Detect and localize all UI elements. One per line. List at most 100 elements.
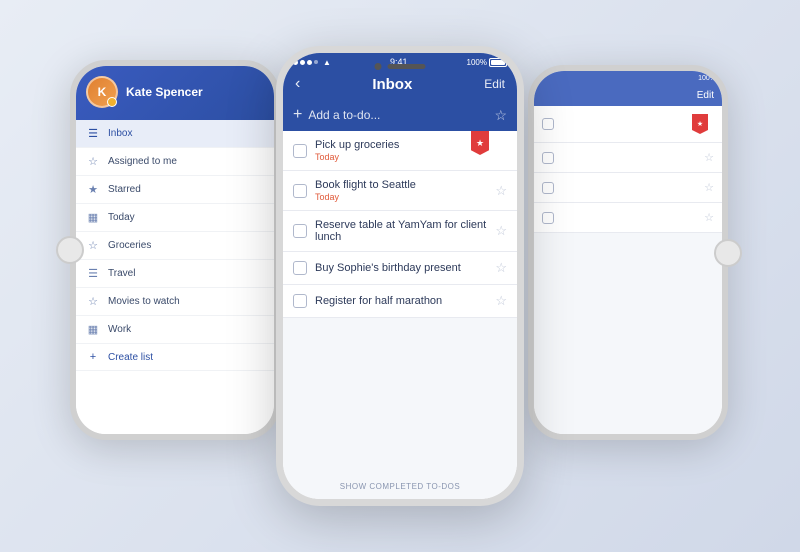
right-phone-screen: 100% Edit ★ ☆ <box>534 71 722 434</box>
camera-notch <box>375 63 426 70</box>
star-icon[interactable]: ☆ <box>495 260 507 276</box>
right-star-icon[interactable]: ☆ <box>704 181 714 194</box>
battery-fill <box>491 60 505 65</box>
sidebar-menu: ☰ Inbox ☆ Assigned to me ★ Starred ▦ Tod… <box>76 120 274 434</box>
todo-text-wrap: Reserve table at YamYam for client lunch <box>315 219 487 243</box>
work-icon: ▦ <box>86 323 100 336</box>
sidebar-item-label: Starred <box>108 184 141 195</box>
right-star-icon[interactable]: ☆ <box>704 151 714 164</box>
sidebar-item-create-list[interactable]: + Create list <box>76 344 274 371</box>
wifi-icon: ▲ <box>323 58 331 67</box>
assigned-icon: ☆ <box>86 155 100 168</box>
edit-button[interactable]: Edit <box>484 77 505 91</box>
left-phone-screen: K Kate Spencer ☰ Inbox ☆ Assigned to me … <box>76 66 274 434</box>
todo-checkbox[interactable] <box>293 224 307 238</box>
todo-due-date: Today <box>315 192 487 202</box>
home-button-right[interactable] <box>714 239 742 267</box>
ribbon-badge: ★ <box>471 131 489 155</box>
sidebar-item-label: Groceries <box>108 240 151 251</box>
sidebar-item-label: Work <box>108 324 131 335</box>
signal-dot <box>314 60 318 64</box>
screen-title: Inbox <box>372 76 412 93</box>
center-phone-screen: ▲ 9:41 100% ‹ Inbox Edit + Add a to-do..… <box>283 53 517 499</box>
sidebar-item-label: Travel <box>108 268 135 279</box>
sidebar-item-starred[interactable]: ★ Starred <box>76 176 274 204</box>
right-checkbox[interactable] <box>542 212 554 224</box>
todo-title: Register for half marathon <box>315 295 487 307</box>
right-checkbox[interactable] <box>542 118 554 130</box>
right-phone: 100% Edit ★ ☆ <box>528 65 728 440</box>
todo-text-wrap: Buy Sophie's birthday present <box>315 262 487 274</box>
plus-icon: + <box>86 351 100 363</box>
sidebar-item-label: Today <box>108 212 135 223</box>
inbox-icon: ☰ <box>86 127 100 140</box>
todo-item-restaurant: Reserve table at YamYam for client lunch… <box>283 211 517 252</box>
todo-checkbox[interactable] <box>293 184 307 198</box>
signal-dots: ▲ <box>293 58 331 67</box>
right-status-bar: 100% <box>534 71 722 85</box>
sidebar-item-work[interactable]: ▦ Work <box>76 316 274 344</box>
todo-title: Reserve table at YamYam for client lunch <box>315 219 487 243</box>
signal-dot <box>293 60 298 65</box>
sidebar-item-today[interactable]: ▦ Today <box>76 204 274 232</box>
right-edit-button[interactable]: Edit <box>697 90 714 101</box>
sidebar-item-inbox[interactable]: ☰ Inbox <box>76 120 274 148</box>
calendar-icon: ▦ <box>86 211 100 224</box>
right-star-icon[interactable]: ☆ <box>704 211 714 224</box>
left-phone: K Kate Spencer ☰ Inbox ☆ Assigned to me … <box>70 60 280 440</box>
ribbon-star-icon: ★ <box>476 138 484 149</box>
user-name: Kate Spencer <box>126 85 203 99</box>
todo-item-groceries: Pick up groceries Today ★ <box>283 131 517 171</box>
groceries-icon: ☆ <box>86 239 100 252</box>
home-button-left[interactable] <box>56 236 84 264</box>
sidebar-item-movies[interactable]: ☆ Movies to watch <box>76 288 274 316</box>
star-icon[interactable]: ☆ <box>495 183 507 199</box>
travel-icon: ☰ <box>86 267 100 280</box>
right-battery: 100% <box>698 75 716 82</box>
star-icon[interactable]: ☆ <box>495 223 507 239</box>
todo-list: Pick up groceries Today ★ Book flight to… <box>283 131 517 474</box>
back-button[interactable]: ‹ <box>295 75 300 93</box>
center-phone: ▲ 9:41 100% ‹ Inbox Edit + Add a to-do..… <box>276 46 524 506</box>
right-checkbox[interactable] <box>542 152 554 164</box>
todo-checkbox[interactable] <box>293 144 307 158</box>
right-screen: 100% Edit ★ ☆ <box>534 71 722 434</box>
sidebar-item-label: Create list <box>108 352 153 363</box>
show-completed-button[interactable]: SHOW COMPLETED TO-DOS <box>283 474 517 499</box>
speaker-bar <box>388 64 426 69</box>
todo-checkbox[interactable] <box>293 294 307 308</box>
sidebar-item-label: Inbox <box>108 128 132 139</box>
sidebar-item-label: Movies to watch <box>108 296 180 307</box>
avatar-badge <box>107 97 117 107</box>
todo-checkbox[interactable] <box>293 261 307 275</box>
add-todo-placeholder: Add a to-do... <box>308 108 380 122</box>
star-icon[interactable]: ☆ <box>495 293 507 309</box>
sidebar-user-header: K Kate Spencer <box>76 66 274 120</box>
add-todo-bar[interactable]: + Add a to-do... ☆ <box>283 99 517 131</box>
battery-body <box>489 58 507 67</box>
sidebar-item-travel[interactable]: ☰ Travel <box>76 260 274 288</box>
sidebar-screen: K Kate Spencer ☰ Inbox ☆ Assigned to me … <box>76 66 274 434</box>
right-ribbon-badge: ★ <box>692 114 708 134</box>
add-plus-icon: + <box>293 106 302 124</box>
signal-dot <box>307 60 312 65</box>
movies-icon: ☆ <box>86 295 100 308</box>
right-todo-list: ★ ☆ ☆ ☆ <box>534 106 722 434</box>
right-todo-item: ★ <box>534 106 722 143</box>
camera-dot <box>375 63 382 70</box>
star-icon: ★ <box>86 183 100 196</box>
right-todo-item: ☆ <box>534 173 722 203</box>
todo-title: Buy Sophie's birthday present <box>315 262 487 274</box>
right-todo-item: ☆ <box>534 203 722 233</box>
todo-text-wrap: Register for half marathon <box>315 295 487 307</box>
todo-text-wrap: Book flight to Seattle Today <box>315 179 487 202</box>
sidebar-item-groceries[interactable]: ☆ Groceries <box>76 232 274 260</box>
todo-title: Book flight to Seattle <box>315 179 487 191</box>
add-todo-star-icon[interactable]: ☆ <box>494 107 507 124</box>
right-todo-item: ☆ <box>534 143 722 173</box>
right-header: Edit <box>534 85 722 106</box>
add-todo-left: + Add a to-do... <box>293 106 380 124</box>
signal-dot <box>300 60 305 65</box>
sidebar-item-assigned[interactable]: ☆ Assigned to me <box>76 148 274 176</box>
right-checkbox[interactable] <box>542 182 554 194</box>
